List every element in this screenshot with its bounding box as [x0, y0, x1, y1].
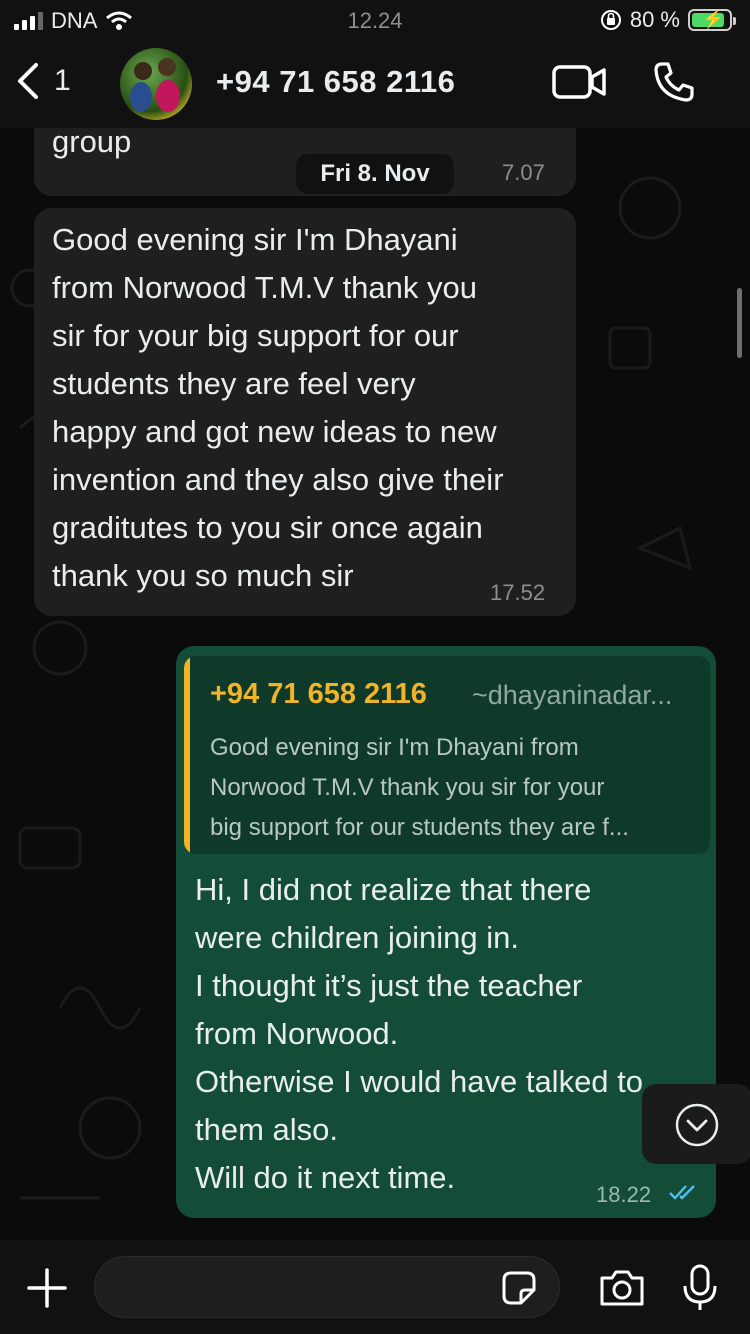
message-bubble-outgoing[interactable]: +94 71 658 2116 ~dhayaninadar... Good ev…: [176, 646, 716, 1218]
quoted-reply[interactable]: +94 71 658 2116 ~dhayaninadar... Good ev…: [184, 656, 710, 854]
message-line: graditutes to you sir once again: [52, 510, 483, 545]
chevron-down-icon: [675, 1103, 719, 1147]
message-line: Otherwise I would have talked to: [195, 1064, 644, 1099]
message-line: sir for your big support for our: [52, 318, 459, 353]
unread-count: 1: [54, 64, 71, 97]
message-line: from Norwood.: [195, 1016, 399, 1051]
message-line: from Norwood T.M.V thank you: [52, 270, 477, 305]
quote-line: Good evening sir I'm Dhayani from: [210, 734, 579, 761]
message-line: happy and got new ideas to new: [52, 414, 497, 449]
quote-accent-bar: [184, 656, 190, 854]
message-text: Good evening sir I'm Dhayani from Norwoo…: [52, 216, 572, 600]
chat-area[interactable]: group 7.07 Fri 8. Nov Good evening sir I…: [0, 128, 750, 1240]
camera-icon[interactable]: [598, 1268, 646, 1308]
message-input[interactable]: [94, 1256, 560, 1318]
message-text: Hi, I did not realize that there were ch…: [195, 866, 705, 1202]
battery-percent: 80 %: [629, 7, 680, 32]
video-call-icon[interactable]: [552, 62, 606, 102]
microphone-icon[interactable]: [682, 1264, 718, 1312]
quote-line: Norwood T.M.V thank you sir for your: [210, 774, 605, 801]
phone-icon[interactable]: [652, 60, 696, 104]
message-line: Good evening sir I'm Dhayani: [52, 222, 458, 257]
message-line: Hi, I did not realize that there: [195, 872, 592, 907]
message-line: students they are feel very: [52, 366, 416, 401]
message-line: I thought it’s just the teacher: [195, 968, 583, 1003]
input-bar: [0, 1240, 750, 1334]
message-line: them also.: [195, 1112, 339, 1147]
back-button[interactable]: 1: [16, 62, 71, 100]
scrollbar[interactable]: [737, 288, 742, 358]
plus-icon[interactable]: [26, 1267, 68, 1309]
quote-handle: ~dhayaninadar...: [472, 680, 673, 710]
date-separator: Fri 8. Nov: [296, 154, 454, 194]
status-bar: DNA 12.24 80 % ⚡: [0, 0, 750, 44]
sticker-icon[interactable]: [501, 1270, 537, 1306]
message-bubble-incoming[interactable]: Good evening sir I'm Dhayani from Norwoo…: [34, 208, 576, 616]
chevron-left-icon: [18, 63, 38, 99]
scroll-to-bottom-button[interactable]: [642, 1084, 750, 1164]
message-time: 7.07: [502, 160, 545, 185]
quote-text: Good evening sir I'm Dhayani from Norwoo…: [210, 728, 700, 848]
chat-header: 1 +94 71 658 2116: [0, 44, 750, 128]
avatar[interactable]: [120, 48, 192, 120]
orientation-lock-icon: [600, 10, 621, 30]
contact-name[interactable]: +94 71 658 2116: [216, 64, 455, 100]
message-text: group: [52, 128, 132, 159]
battery-icon: ⚡: [688, 9, 736, 31]
quote-line: big support for our students they are f.…: [210, 814, 629, 841]
read-receipt-icon: [669, 1185, 695, 1200]
message-line: were children joining in.: [195, 920, 519, 955]
message-line: invention and they also give their: [52, 462, 504, 497]
quote-sender: +94 71 658 2116: [210, 678, 427, 710]
message-time: 17.52: [490, 580, 546, 605]
status-right: 80 % ⚡: [600, 7, 736, 33]
message-time: 18.22: [596, 1182, 652, 1207]
